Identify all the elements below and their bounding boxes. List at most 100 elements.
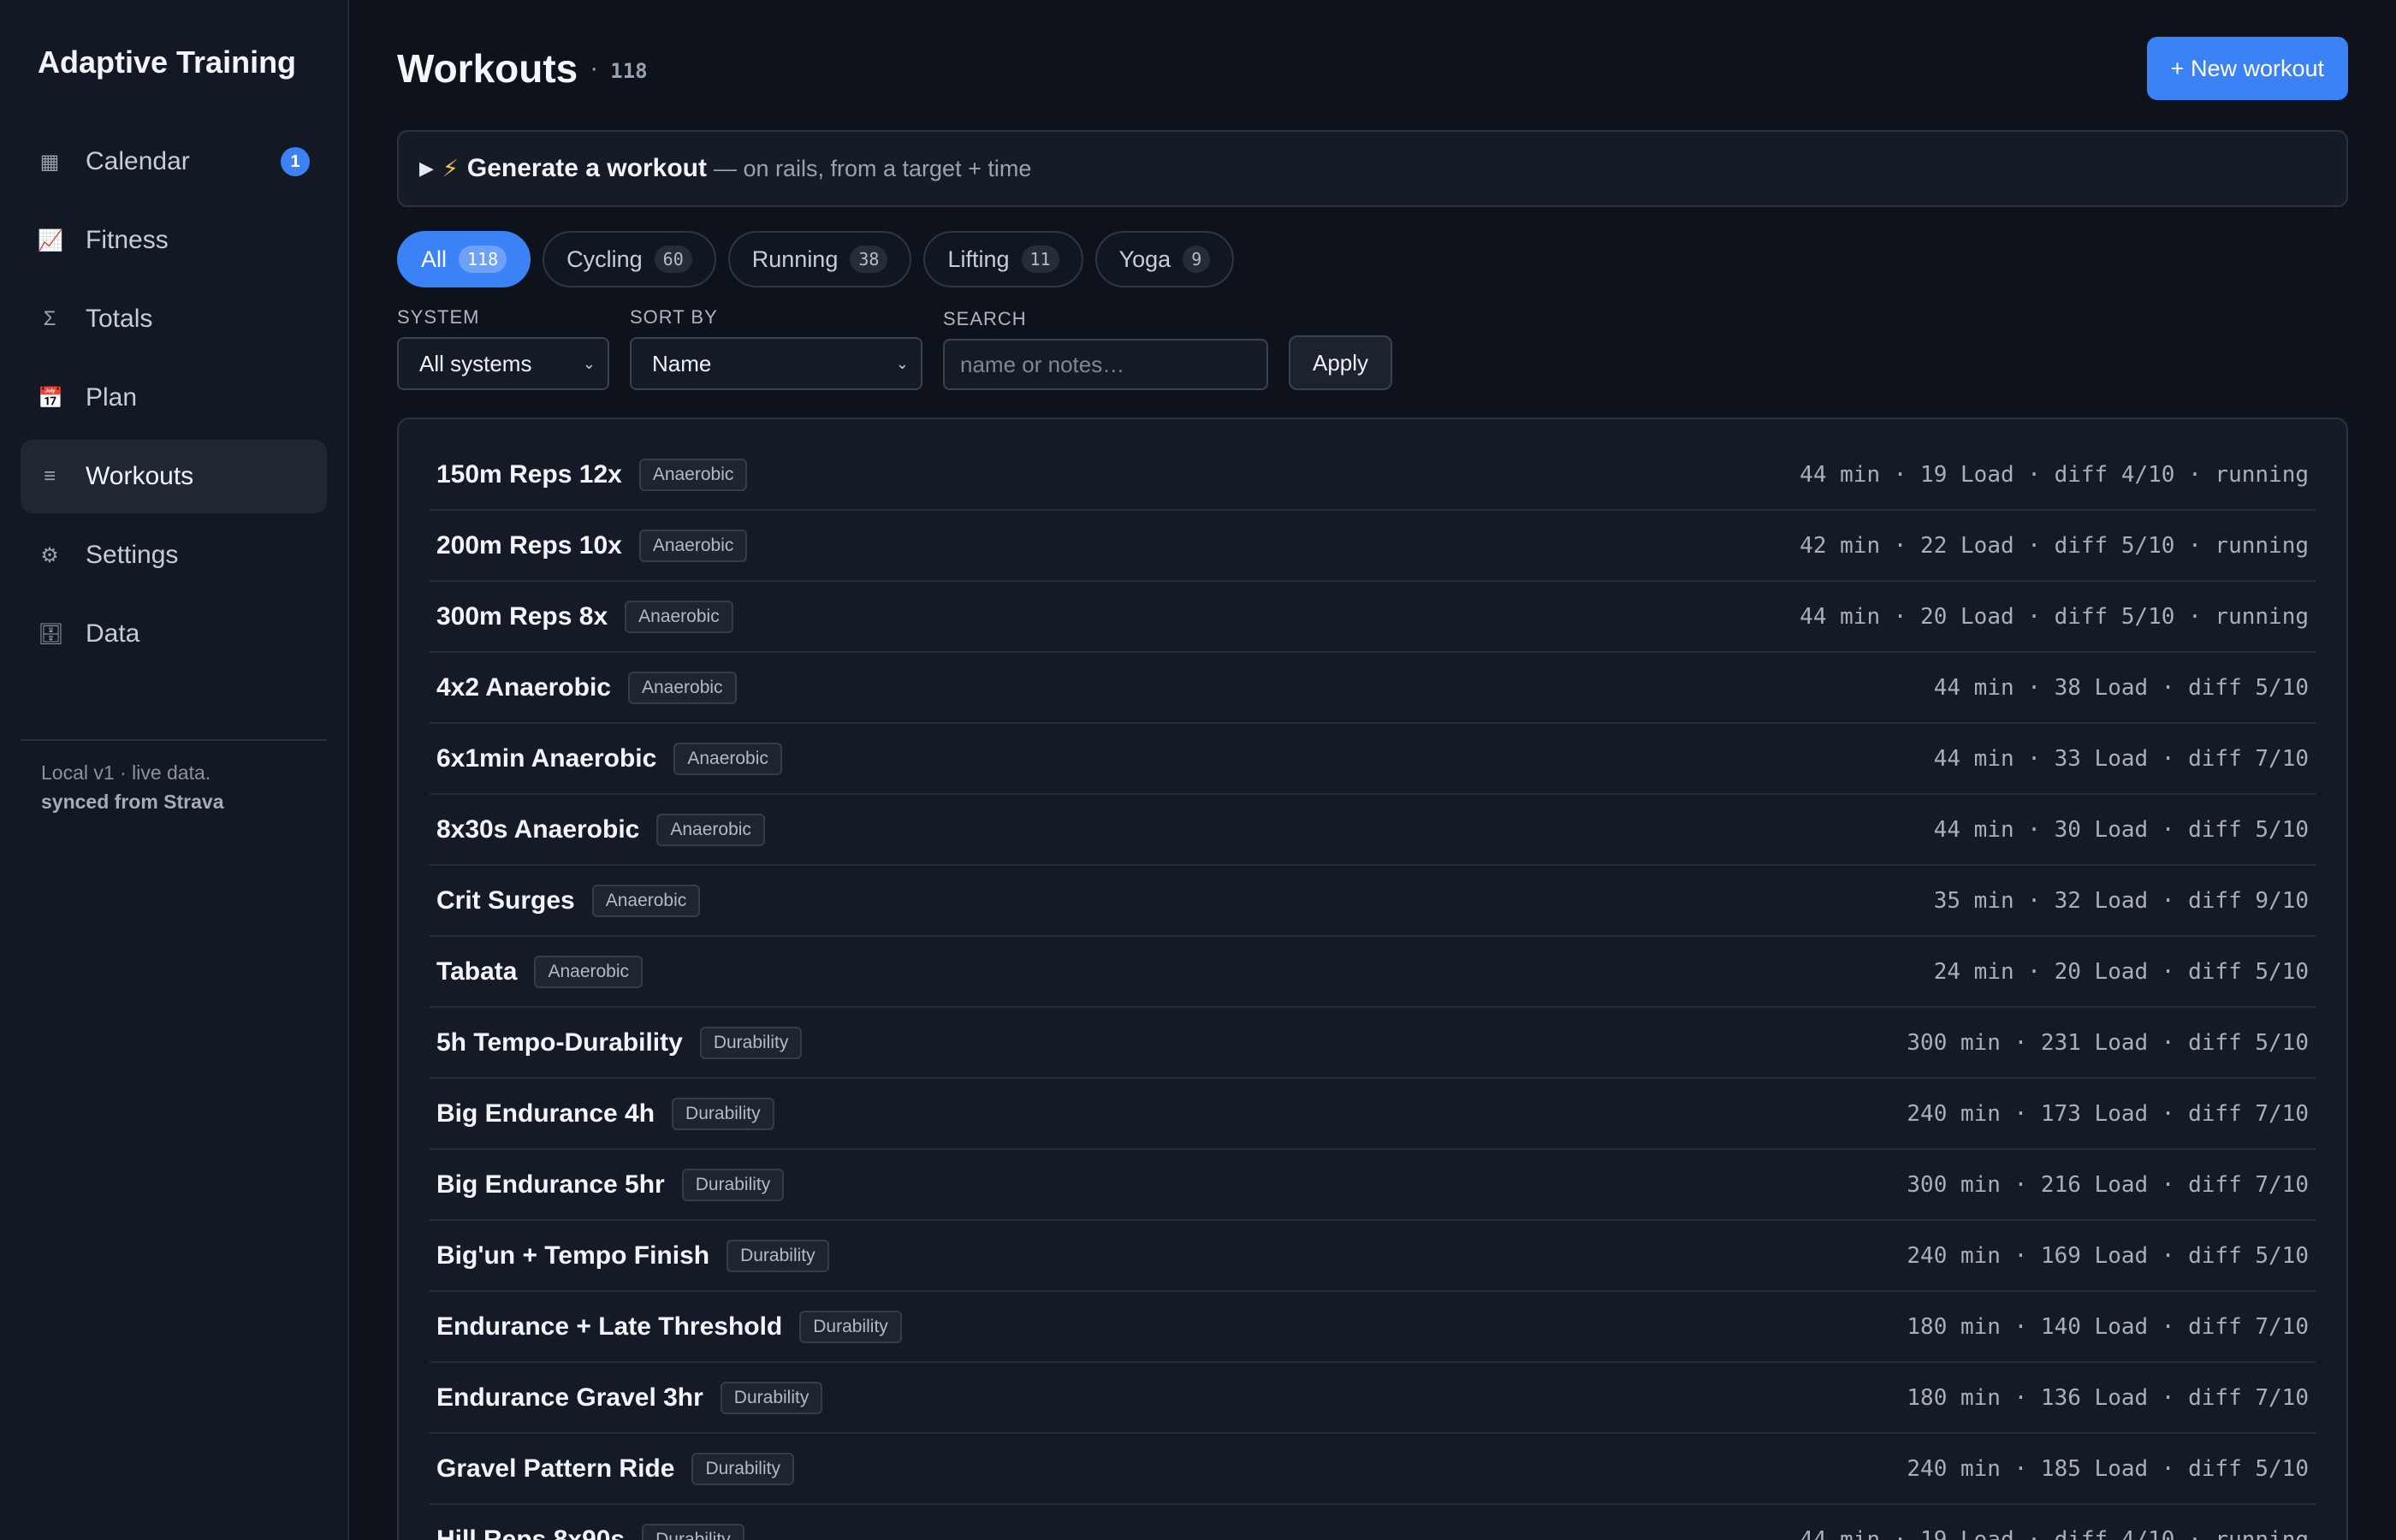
system-tag: Durability xyxy=(672,1097,774,1130)
workout-name: 8x30s Anaerobic xyxy=(436,814,640,844)
lightning-icon: ⚡ xyxy=(442,155,459,181)
workout-row[interactable]: 200m Reps 10x Anaerobic 42 min · 22 Load ·… xyxy=(430,511,2316,582)
system-tag: Anaerobic xyxy=(656,813,765,846)
database-icon: 🗄 xyxy=(38,622,64,646)
workout-meta: 42 min · 22 Load · diff 5/10 · running xyxy=(1800,532,2309,559)
workout-meta: 44 min · 33 Load · diff 7/10 xyxy=(1933,745,2309,772)
workout-row[interactable]: Big'un + Tempo Finish Durability 240 min ·… xyxy=(430,1221,2316,1292)
workout-meta: 44 min · 20 Load · diff 5/10 · running xyxy=(1800,603,2309,630)
sidebar-item-settings[interactable]: ⚙ Settings xyxy=(21,518,327,592)
footer-status: Local v1 · live data. xyxy=(41,761,211,784)
chip-label: All xyxy=(421,246,448,272)
workout-row[interactable]: 8x30s Anaerobic Anaerobic 44 min · 30 Load… xyxy=(430,795,2316,866)
workout-row[interactable]: 4x2 Anaerobic Anaerobic 44 min · 38 Load ·… xyxy=(430,653,2316,724)
sidebar-item-totals[interactable]: Σ Totals xyxy=(21,282,327,356)
sidebar-footer: Local v1 · live data. synced from Strava xyxy=(21,758,327,816)
page-header: Workouts · 118 + New workout xyxy=(397,0,2348,137)
workout-row[interactable]: Hill Reps 8x90s Durability 44 min · 19 Loa… xyxy=(430,1505,2316,1540)
workout-name: 300m Reps 8x xyxy=(436,601,608,631)
workout-row[interactable]: 6x1min Anaerobic Anaerobic 44 min · 33 Loa… xyxy=(430,724,2316,795)
generate-subtitle: — on rails, from a target + time xyxy=(713,155,1032,181)
workout-list: 150m Reps 12x Anaerobic 44 min · 19 Load ·… xyxy=(397,418,2348,1540)
workout-name: Big Endurance 4h xyxy=(436,1099,655,1128)
footer-sync: synced from Strava xyxy=(41,791,224,813)
main-content: Workouts · 118 + New workout ▶ ⚡ Generat… xyxy=(349,0,2396,1540)
system-tag: Durability xyxy=(799,1310,902,1343)
sidebar-item-label: Workouts xyxy=(86,462,194,490)
chart-icon: 📈 xyxy=(38,228,63,252)
workout-row[interactable]: Crit Surges Anaerobic 35 min · 32 Load · d… xyxy=(430,866,2316,937)
system-tag: Anaerobic xyxy=(638,458,748,491)
sidebar-item-data[interactable]: 🗄 Data xyxy=(21,597,327,671)
workout-row[interactable]: 300m Reps 8x Anaerobic 44 min · 20 Load · … xyxy=(430,582,2316,653)
chip-label: Lifting xyxy=(947,246,1010,272)
sidebar-item-label: Totals xyxy=(86,305,153,333)
search-label: SEARCH xyxy=(943,308,1027,329)
sidebar-item-label: Plan xyxy=(86,383,138,412)
system-filter-group: SYSTEM All systems ⌄ xyxy=(397,306,609,390)
workout-meta: 44 min · 19 Load · diff 4/10 · running xyxy=(1800,461,2309,488)
sidebar-item-fitness[interactable]: 📈 Fitness xyxy=(21,204,327,277)
sidebar-item-label: Data xyxy=(86,619,140,648)
chip-lifting[interactable]: Lifting 11 xyxy=(923,231,1083,287)
workout-row[interactable]: Gravel Pattern Ride Durability 240 min · 1… xyxy=(430,1434,2316,1505)
workout-name: Tabata xyxy=(436,957,518,986)
workout-name: 150m Reps 12x xyxy=(436,459,622,489)
list-icon: ≡ xyxy=(43,465,56,488)
plan-icon: 📅 xyxy=(38,386,63,410)
search-input[interactable]: name or notes… xyxy=(943,339,1268,390)
workout-name: Endurance + Late Threshold xyxy=(436,1312,783,1341)
system-tag: Anaerobic xyxy=(591,884,701,917)
title-separator: · xyxy=(590,54,599,82)
chip-count: 9 xyxy=(1183,246,1211,273)
workout-row[interactable]: Big Endurance 4h Durability 240 min · 173 … xyxy=(430,1079,2316,1150)
workout-row[interactable]: 150m Reps 12x Anaerobic 44 min · 19 Load ·… xyxy=(430,440,2316,511)
system-select[interactable]: All systems ⌄ xyxy=(397,337,609,390)
sidebar-item-workouts[interactable]: ≡ Workouts xyxy=(21,440,327,513)
workout-meta: 180 min · 136 Load · diff 7/10 xyxy=(1907,1384,2309,1411)
system-label: SYSTEM xyxy=(397,306,480,328)
app-brand: Adaptive Training xyxy=(38,44,297,80)
chip-cycling[interactable]: Cycling 60 xyxy=(543,231,716,287)
system-tag: Durability xyxy=(720,1381,823,1414)
sidebar-item-label: Calendar xyxy=(86,147,190,175)
chip-count: 118 xyxy=(459,246,507,273)
workout-name: Endurance Gravel 3hr xyxy=(436,1383,703,1412)
sidebar-item-calendar[interactable]: ▦ Calendar 1 xyxy=(21,125,327,198)
sidebar-item-plan[interactable]: 📅 Plan xyxy=(21,361,327,435)
chip-all[interactable]: All 118 xyxy=(397,231,531,287)
workout-row[interactable]: 5h Tempo-Durability Durability 300 min · 2… xyxy=(430,1008,2316,1079)
generate-workout-toggle[interactable]: ▶ ⚡ Generate a workout — on rails, from … xyxy=(397,130,2348,207)
workout-name: Crit Surges xyxy=(436,886,575,915)
generate-title: Generate a workout xyxy=(466,154,707,182)
apply-button[interactable]: Apply xyxy=(1289,335,1393,390)
sidebar-nav: ▦ Calendar 1 📈 Fitness Σ Totals 📅 Plan ≡… xyxy=(21,125,327,671)
workout-name: 200m Reps 10x xyxy=(436,530,622,560)
new-workout-button[interactable]: + New workout xyxy=(2146,37,2348,100)
workout-row[interactable]: Endurance + Late Threshold Durability 180 … xyxy=(430,1292,2316,1363)
calendar-icon: ▦ xyxy=(39,150,60,174)
chip-count: 60 xyxy=(654,246,692,273)
system-tag: Durability xyxy=(727,1239,829,1272)
workout-row[interactable]: Endurance Gravel 3hr Durability 180 min · … xyxy=(430,1363,2316,1434)
workout-meta: 300 min · 216 Load · diff 7/10 xyxy=(1907,1171,2309,1198)
chip-running[interactable]: Running 38 xyxy=(727,231,912,287)
workout-name: Hill Reps 8x90s xyxy=(436,1525,626,1540)
chevron-down-icon: ⌄ xyxy=(582,354,596,372)
chip-yoga[interactable]: Yoga 9 xyxy=(1094,231,1235,287)
sort-select[interactable]: Name ⌄ xyxy=(630,337,922,390)
gear-icon: ⚙ xyxy=(40,543,59,567)
workout-row[interactable]: Tabata Anaerobic 24 min · 20 Load · diff 5… xyxy=(430,937,2316,1008)
chip-label: Cycling xyxy=(566,246,643,272)
workout-row[interactable]: Big Endurance 5hr Durability 300 min · 216… xyxy=(430,1150,2316,1221)
sidebar-divider xyxy=(21,739,327,741)
system-tag: Anaerobic xyxy=(625,600,733,633)
notification-badge: 1 xyxy=(281,147,310,176)
chip-count: 11 xyxy=(1021,246,1059,273)
chip-label: Yoga xyxy=(1118,246,1171,272)
workout-name: 4x2 Anaerobic xyxy=(436,672,611,702)
sigma-icon: Σ xyxy=(43,307,56,330)
workout-name: Big Endurance 5hr xyxy=(436,1170,665,1199)
workout-meta: 44 min · 19 Load · diff 4/10 · running xyxy=(1800,1526,2309,1540)
workout-count: 118 xyxy=(610,59,648,83)
